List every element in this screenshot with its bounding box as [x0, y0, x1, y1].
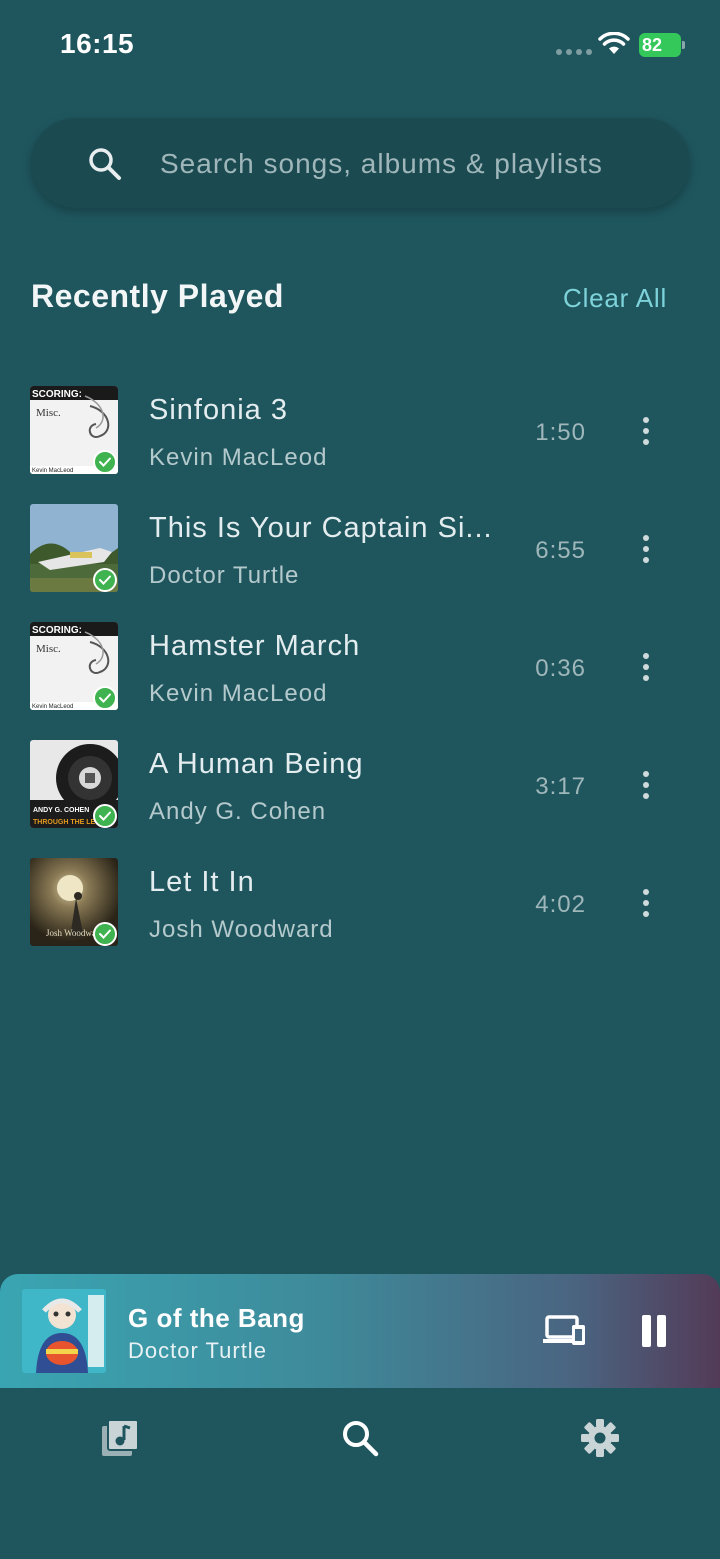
track-artist: Doctor Turtle: [149, 562, 300, 589]
cover-label: SCORING:: [32, 625, 82, 636]
gear-icon[interactable]: [580, 1418, 620, 1458]
track-title: A Human Being: [149, 748, 364, 780]
track-duration: 1:50: [535, 419, 586, 446]
more-vertical-icon[interactable]: [636, 535, 656, 563]
section-title: Recently Played: [31, 278, 284, 314]
track-artist: Josh Woodward: [149, 916, 334, 943]
list-item[interactable]: SCORING: Misc. Kevin MacLeod Sinfonia 3 …: [0, 378, 720, 496]
downloaded-icon: [93, 568, 117, 592]
mini-player[interactable]: G of the Bang Doctor Turtle: [0, 1274, 720, 1388]
battery-level: 82: [642, 35, 663, 55]
downloaded-icon: [93, 450, 117, 474]
devices-icon[interactable]: [543, 1314, 587, 1348]
now-playing-cover: [22, 1289, 106, 1373]
search-icon: [89, 148, 121, 180]
track-duration: 6:55: [535, 537, 586, 564]
battery-icon: 82: [639, 33, 685, 57]
wifi-icon: [598, 32, 630, 54]
search-icon[interactable]: [340, 1418, 380, 1458]
list-item[interactable]: Josh Woodward Let It In Josh Woodward 4:…: [0, 850, 720, 968]
track-artist: Kevin MacLeod: [149, 680, 328, 707]
downloaded-icon: [93, 804, 117, 828]
downloaded-icon: [93, 922, 117, 946]
status-bar: 16:15 82: [0, 0, 720, 90]
search-placeholder: Search songs, albums & playlists: [160, 148, 603, 179]
library-music-icon[interactable]: [100, 1418, 140, 1458]
more-vertical-icon[interactable]: [636, 417, 656, 445]
track-title: Sinfonia 3: [149, 394, 288, 426]
track-duration: 3:17: [535, 773, 586, 800]
cellular-signal-icon: [556, 49, 592, 55]
pause-icon[interactable]: [640, 1315, 668, 1347]
list-item[interactable]: SCORING: Misc. Kevin MacLeod Hamster Mar…: [0, 614, 720, 732]
search-input[interactable]: Search songs, albums & playlists: [31, 118, 690, 208]
downloaded-icon: [93, 686, 117, 710]
track-title: Hamster March: [149, 630, 361, 662]
list-item[interactable]: ANDY G. COHEN THROUGH THE LENS A Human B…: [0, 732, 720, 850]
cover-label: SCORING:: [32, 389, 82, 400]
cover-label: Misc.: [36, 643, 61, 655]
more-vertical-icon[interactable]: [636, 653, 656, 681]
track-duration: 4:02: [535, 891, 586, 918]
track-title: This Is Your Captain Si...: [149, 512, 493, 544]
track-duration: 0:36: [535, 655, 586, 682]
bottom-navigation: [0, 1388, 720, 1559]
more-vertical-icon[interactable]: [636, 771, 656, 799]
cover-label: Kevin MacLeod: [32, 704, 73, 710]
now-playing-title: G of the Bang: [128, 1303, 305, 1333]
recently-played-list: SCORING: Misc. Kevin MacLeod Sinfonia 3 …: [0, 378, 720, 968]
track-artist: Andy G. Cohen: [149, 798, 327, 825]
cover-label: Misc.: [36, 407, 61, 419]
cover-label: ANDY G. COHEN: [33, 807, 89, 814]
track-artist: Kevin MacLeod: [149, 444, 328, 471]
status-time: 16:15: [60, 28, 135, 59]
track-title: Let It In: [149, 866, 255, 898]
now-playing-artist: Doctor Turtle: [128, 1338, 267, 1363]
more-vertical-icon[interactable]: [636, 889, 656, 917]
clear-all-button[interactable]: Clear All: [563, 283, 667, 314]
cover-label: Kevin MacLeod: [32, 468, 73, 474]
list-item[interactable]: This Is Your Captain Si... Doctor Turtle…: [0, 496, 720, 614]
